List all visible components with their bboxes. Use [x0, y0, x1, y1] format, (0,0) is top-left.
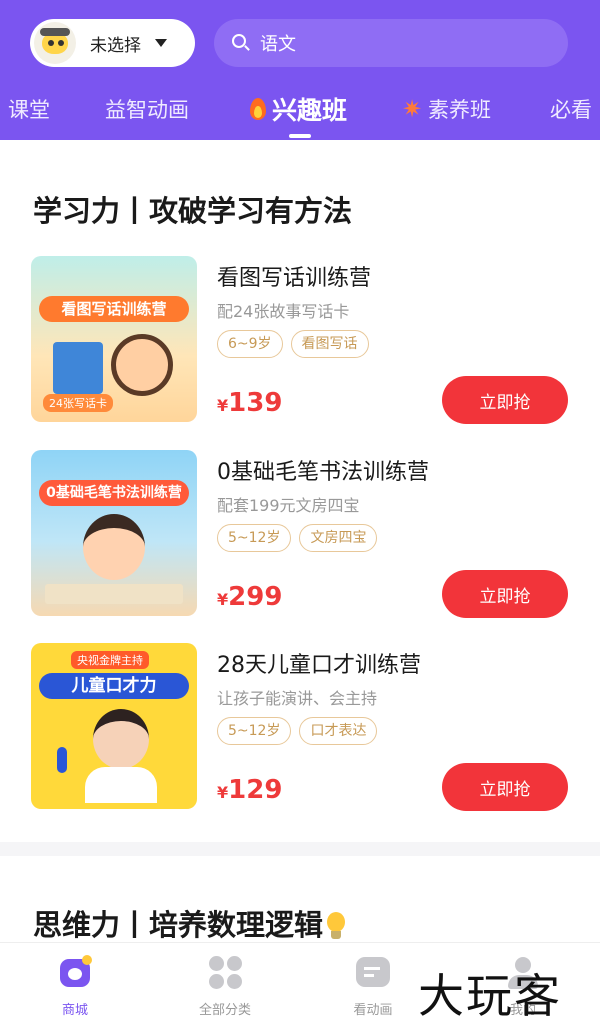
tab-label: 课堂	[8, 98, 50, 122]
product-price: ¥129	[217, 775, 282, 805]
nav-label: 看动画	[353, 1003, 393, 1018]
tab-label: 兴趣班	[272, 96, 348, 125]
tab-classroom[interactable]: 课堂	[8, 94, 50, 124]
section-title: 思维力丨培养数理逻辑	[33, 902, 347, 944]
search-input[interactable]: 语文	[214, 19, 568, 67]
thumbnail-caption: 0基础毛笔书法训练营	[39, 480, 189, 506]
tab-label: 必看	[550, 98, 592, 122]
buy-now-button[interactable]: 立即抢	[442, 763, 568, 811]
product-thumbnail[interactable]: 央视金牌主持 儿童口才力	[31, 643, 197, 809]
topic-tag: 口才表达	[299, 717, 378, 745]
product-card[interactable]: 看图写话训练营 24张写话卡 看图写话训练营 配24张故事写话卡 6~9岁 看图…	[0, 256, 600, 426]
tab-label: 素养班	[428, 98, 491, 122]
shop-icon	[56, 953, 94, 991]
product-price: ¥299	[217, 582, 282, 612]
currency-symbol: ¥	[217, 590, 229, 609]
product-tags: 5~12岁 口才表达	[217, 717, 378, 745]
category-tabs: 课堂 益智动画 兴趣班 ✷ 素养班 必看	[0, 88, 600, 140]
product-tags: 5~12岁 文房四宝	[217, 524, 378, 552]
product-subtitle: 让孩子能演讲、会主持	[217, 689, 378, 708]
thumbnail-note: 24张写话卡	[43, 394, 113, 412]
chevron-down-icon	[155, 39, 167, 47]
currency-symbol: ¥	[217, 783, 229, 802]
product-card[interactable]: 央视金牌主持 儿童口才力 28天儿童口才训练营 让孩子能演讲、会主持 5~12岁…	[0, 643, 600, 813]
thumbnail-note: 央视金牌主持	[71, 651, 149, 669]
tab-interest-class[interactable]: 兴趣班	[248, 91, 347, 127]
search-input-value: 语文	[260, 34, 296, 55]
age-tag: 6~9岁	[217, 330, 283, 358]
currency-symbol: ¥	[217, 396, 229, 415]
presenter-shirt-image	[85, 767, 157, 803]
section-divider	[0, 842, 600, 856]
nav-all-categories[interactable]: 全部分类	[170, 953, 280, 1018]
watermark-text: 大玩客	[418, 969, 562, 1023]
scroll-paper-image	[45, 584, 183, 604]
sparkle-icon: ✷	[401, 95, 423, 123]
section-title: 学习力丨攻破学习有方法	[33, 194, 353, 228]
topic-tag: 文房四宝	[299, 524, 378, 552]
search-icon	[232, 34, 250, 52]
cartoon-boy-image	[83, 514, 145, 580]
presenter-photo	[93, 709, 149, 769]
tab-literacy-class[interactable]: ✷ 素养班	[400, 94, 491, 124]
nav-watch-animation[interactable]: 看动画	[318, 953, 428, 1018]
flame-icon	[248, 96, 268, 122]
lightbulb-icon	[325, 912, 347, 942]
nav-label: 商城	[61, 1003, 88, 1018]
product-tags: 6~9岁 看图写话	[217, 330, 369, 358]
product-thumbnail[interactable]: 看图写话训练营 24张写话卡	[31, 256, 197, 422]
tab-label: 益智动画	[105, 98, 189, 122]
product-thumbnail[interactable]: 0基础毛笔书法训练营	[31, 450, 197, 616]
product-price: ¥139	[217, 388, 282, 418]
product-name[interactable]: 28天儿童口才训练营	[217, 647, 421, 679]
cartoon-girl-image	[111, 334, 173, 396]
thumbnail-caption: 看图写话训练营	[39, 296, 189, 322]
avatar	[34, 22, 76, 64]
price-value: 299	[228, 582, 283, 612]
card-box-image	[53, 342, 103, 394]
microphone-icon	[57, 747, 67, 773]
nav-label: 全部分类	[198, 1003, 251, 1018]
grade-selector-label: 未选择	[90, 35, 141, 56]
section-title-text: 思维力丨培养数理逻辑	[33, 908, 324, 942]
product-subtitle: 配套199元文房四宝	[217, 496, 360, 515]
tab-puzzle-animation[interactable]: 益智动画	[105, 94, 189, 124]
thumbnail-caption: 儿童口才力	[39, 673, 189, 699]
product-name[interactable]: 0基础毛笔书法训练营	[217, 454, 429, 486]
nav-shop[interactable]: 商城	[20, 953, 130, 1018]
grid-icon	[206, 953, 244, 991]
price-value: 139	[228, 388, 283, 418]
video-icon	[354, 953, 392, 991]
product-name[interactable]: 看图写话训练营	[217, 260, 371, 292]
top-header: 未选择 语文 课堂 益智动画 兴趣班 ✷ 素养班 必看	[0, 0, 600, 140]
grade-selector[interactable]: 未选择	[30, 19, 195, 67]
product-subtitle: 配24张故事写话卡	[217, 302, 350, 321]
price-value: 129	[228, 775, 283, 805]
topic-tag: 看图写话	[290, 330, 369, 358]
active-tab-indicator	[289, 134, 311, 138]
buy-now-button[interactable]: 立即抢	[442, 376, 568, 424]
buy-now-button[interactable]: 立即抢	[442, 570, 568, 618]
tab-must-watch[interactable]: 必看	[550, 94, 592, 124]
product-card[interactable]: 0基础毛笔书法训练营 0基础毛笔书法训练营 配套199元文房四宝 5~12岁 文…	[0, 450, 600, 620]
age-tag: 5~12岁	[217, 717, 292, 745]
age-tag: 5~12岁	[217, 524, 292, 552]
